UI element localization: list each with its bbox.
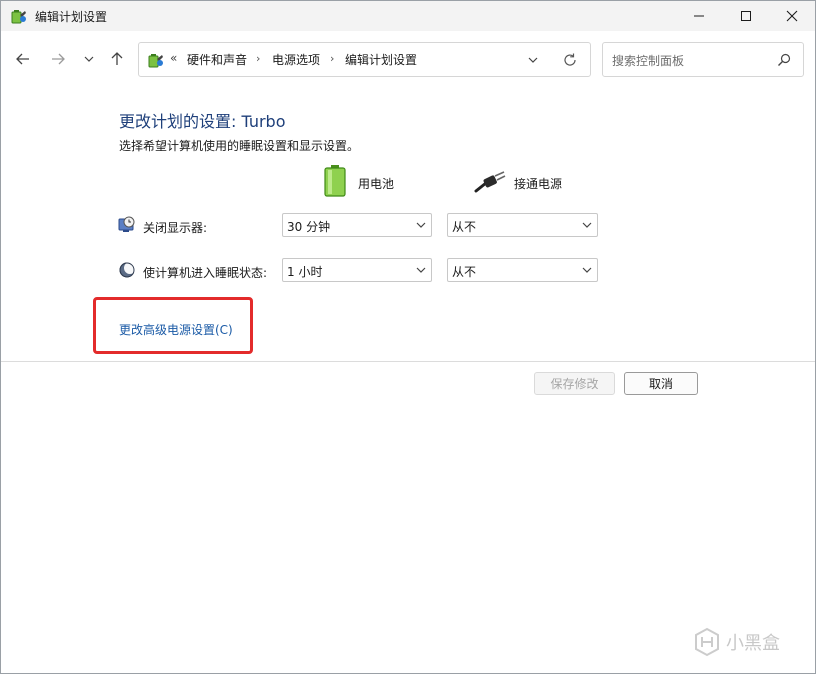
display-off-label: 关闭显示器: bbox=[143, 221, 208, 235]
heybox-logo-icon bbox=[695, 627, 719, 657]
breadcrumb-separator[interactable]: › bbox=[256, 52, 260, 65]
recent-locations-button[interactable] bbox=[77, 47, 101, 71]
watermark: 小黑盒 bbox=[692, 625, 802, 659]
address-bar[interactable]: « 硬件和声音 › 电源选项 › 编辑计划设置 bbox=[138, 42, 591, 77]
watermark-text: 小黑盒 bbox=[726, 633, 780, 654]
sleep-moon-icon bbox=[119, 262, 136, 278]
window-title: 编辑计划设置 bbox=[35, 10, 108, 24]
chevron-down-icon bbox=[582, 267, 592, 273]
sleep-label: 使计算机进入睡眠状态: bbox=[143, 266, 268, 280]
sleep-battery-select[interactable]: 1 小时 bbox=[282, 258, 432, 282]
window: 编辑计划设置 « 硬件和声音 › 电源选项 › 编辑计划设置 搜索控制面板 更改… bbox=[0, 0, 816, 674]
power-options-icon bbox=[11, 10, 26, 24]
title-bar: 编辑计划设置 bbox=[1, 1, 815, 31]
up-button[interactable] bbox=[105, 47, 129, 71]
arrow-right-icon bbox=[52, 53, 65, 65]
save-changes-button[interactable]: 保存修改 bbox=[534, 372, 615, 395]
display-off-plugged-select[interactable]: 从不 bbox=[447, 213, 598, 237]
column-plugged-in: 接通电源 bbox=[514, 177, 563, 191]
chevron-down-icon[interactable] bbox=[525, 52, 541, 68]
page-title: 更改计划的设置: Turbo bbox=[119, 112, 286, 131]
chevron-down-icon bbox=[582, 222, 592, 228]
search-placeholder: 搜索控制面板 bbox=[612, 54, 685, 68]
search-icon[interactable] bbox=[776, 52, 792, 68]
breadcrumb-hardware-sound[interactable]: 硬件和声音 bbox=[187, 51, 247, 68]
search-input[interactable]: 搜索控制面板 bbox=[602, 42, 804, 77]
chevron-down-icon bbox=[84, 56, 94, 62]
chevron-down-icon bbox=[416, 267, 426, 273]
arrow-left-icon bbox=[16, 53, 29, 65]
divider bbox=[1, 361, 815, 362]
chevron-down-icon bbox=[416, 222, 426, 228]
close-icon bbox=[786, 10, 798, 22]
power-options-icon bbox=[148, 54, 163, 68]
sleep-plugged-select[interactable]: 从不 bbox=[447, 258, 598, 282]
maximize-icon bbox=[741, 11, 751, 21]
plug-icon bbox=[474, 171, 506, 193]
minimize-button[interactable] bbox=[676, 1, 722, 31]
refresh-icon[interactable] bbox=[562, 52, 578, 68]
back-button[interactable] bbox=[11, 47, 35, 71]
breadcrumb-separator[interactable]: › bbox=[330, 52, 334, 65]
page-description: 选择希望计算机使用的睡眠设置和显示设置。 bbox=[119, 139, 360, 153]
cancel-button[interactable]: 取消 bbox=[624, 372, 698, 395]
breadcrumb-overflow[interactable]: « bbox=[170, 51, 177, 65]
forward-button[interactable] bbox=[46, 47, 70, 71]
breadcrumb-power-options[interactable]: 电源选项 bbox=[272, 51, 320, 68]
column-battery: 用电池 bbox=[358, 177, 395, 191]
navigation-bar: « 硬件和声音 › 电源选项 › 编辑计划设置 搜索控制面板 bbox=[1, 31, 815, 89]
battery-icon bbox=[324, 165, 346, 197]
close-button[interactable] bbox=[769, 1, 815, 31]
monitor-clock-icon bbox=[118, 216, 135, 232]
maximize-button[interactable] bbox=[723, 1, 769, 31]
advanced-power-settings-link[interactable]: 更改高级电源设置(C) bbox=[119, 321, 233, 338]
breadcrumb-edit-plan[interactable]: 编辑计划设置 bbox=[345, 51, 417, 68]
minimize-icon bbox=[694, 15, 704, 17]
arrow-up-icon bbox=[111, 52, 123, 65]
display-off-battery-select[interactable]: 30 分钟 bbox=[282, 213, 432, 237]
